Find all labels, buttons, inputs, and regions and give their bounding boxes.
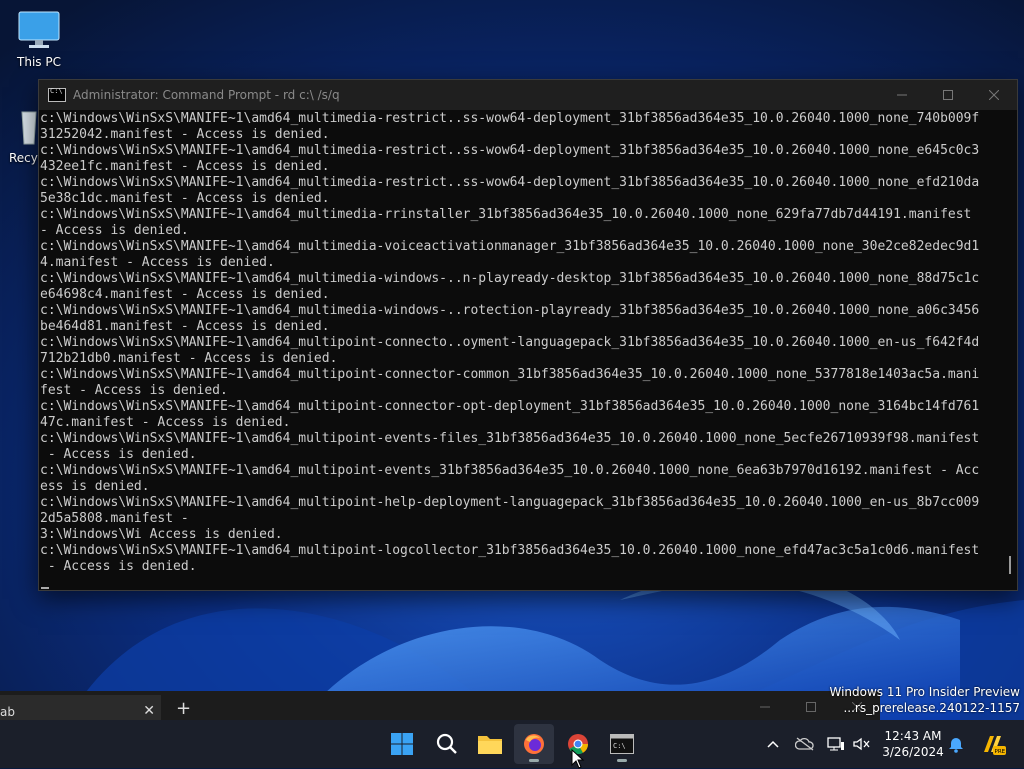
copilot-pre-icon: PRE	[984, 736, 1006, 755]
cmd-icon	[48, 87, 66, 102]
terminal-line: 31252042.manifest - Access is denied.	[40, 127, 330, 142]
mouse-cursor-icon	[571, 749, 585, 769]
terminal-line: - Access is denied.	[40, 223, 189, 238]
terminal-line: ess is denied.	[40, 479, 150, 494]
new-tab-button[interactable]: +	[176, 700, 191, 718]
maximize-icon	[806, 702, 816, 712]
close-icon	[989, 90, 999, 100]
text-cursor	[41, 587, 49, 589]
terminal-line: c:\Windows\WinSxS\MANIFE~1\amd64_multipo…	[40, 399, 980, 414]
maximize-button[interactable]	[925, 80, 971, 110]
onedrive-button[interactable]	[792, 720, 818, 768]
network-button[interactable]	[824, 720, 848, 768]
firefox-button[interactable]	[514, 724, 554, 764]
terminal-line: 2d5a5808.manifest -	[40, 511, 189, 526]
terminal-line: c:\Windows\WinSxS\MANIFE~1\amd64_multime…	[40, 143, 980, 158]
bell-icon	[949, 738, 963, 753]
terminal-line: c:\Windows\WinSxS\MANIFE~1\amd64_multime…	[40, 271, 980, 286]
desktop-icon-label: This PC	[17, 55, 61, 69]
clock-date: 3/26/2024	[882, 745, 944, 759]
svg-text:C:\: C:\	[613, 742, 626, 750]
start-button[interactable]	[382, 724, 422, 764]
notifications-button[interactable]	[944, 720, 968, 768]
minimize-button[interactable]	[879, 80, 925, 110]
terminal-line: c:\Windows\WinSxS\MANIFE~1\amd64_multipo…	[40, 495, 980, 510]
terminal-line: c:\Windows\WinSxS\MANIFE~1\amd64_multime…	[40, 303, 980, 318]
terminal-line: fest - Access is denied.	[40, 383, 228, 398]
terminal-line: 712b21db0.manifest - Access is denied.	[40, 351, 338, 366]
firefox-icon	[524, 734, 544, 754]
system-clock[interactable]: 12:43 AM 3/26/2024	[878, 728, 948, 760]
search-button[interactable]	[427, 724, 467, 764]
terminal-line: c:\Windows\WinSxS\MANIFE~1\amd64_multipo…	[40, 463, 980, 478]
desktop-icon-this-pc[interactable]: This PC	[4, 10, 74, 69]
terminal-line: c:\Windows\WinSxS\MANIFE~1\amd64_multime…	[40, 175, 980, 190]
recycle-bin-icon	[21, 111, 37, 145]
terminal-line: c:\Windows\WinSxS\MANIFE~1\amd64_multime…	[40, 239, 980, 254]
window-titlebar[interactable]: Administrator: Command Prompt - rd c:\ /…	[39, 80, 1017, 110]
terminal-line: c:\Windows\WinSxS\MANIFE~1\amd64_multipo…	[40, 335, 980, 350]
window-title: Administrator: Command Prompt - rd c:\ /…	[73, 88, 340, 102]
terminal-button[interactable]: C:\	[602, 724, 642, 764]
search-icon	[436, 733, 457, 754]
terminal-line: 3:\Windows\Wi Access is denied.	[40, 527, 283, 542]
volume-button[interactable]	[850, 720, 874, 768]
speaker-muted-icon	[853, 737, 870, 751]
terminal-line: 432ee1fc.manifest - Access is denied.	[40, 159, 330, 174]
scrollbar[interactable]	[1005, 111, 1013, 590]
terminal-line: c:\Windows\WinSxS\MANIFE~1\amd64_multipo…	[40, 431, 980, 446]
tab-close-icon[interactable]: ✕	[143, 703, 155, 719]
minimize-button[interactable]	[760, 700, 770, 716]
file-explorer-icon	[478, 736, 502, 754]
show-hidden-icons-button[interactable]	[762, 720, 784, 768]
terminal-line: - Access is denied.	[40, 559, 197, 574]
minimize-icon	[760, 706, 770, 708]
taskbar: C:\ 12:43 AM 3/26/2024 PRE	[0, 720, 1024, 769]
terminal-line: c:\Windows\WinSxS\MANIFE~1\amd64_multime…	[40, 207, 972, 222]
svg-text:PRE: PRE	[995, 749, 1006, 755]
network-icon	[827, 737, 844, 751]
terminal-line: 47c.manifest - Access is denied.	[40, 415, 291, 430]
chevron-up-icon	[767, 740, 779, 748]
terminal-line: 5e38c1dc.manifest - Access is denied.	[40, 191, 330, 206]
clock-time: 12:43 AM	[884, 729, 942, 743]
maximize-button[interactable]	[806, 700, 816, 716]
maximize-icon	[943, 90, 953, 100]
os-watermark-line1: Windows 11 Pro Insider Preview	[829, 685, 1020, 699]
monitor-icon	[18, 11, 60, 48]
cloud-off-icon	[795, 737, 814, 751]
tab-title: ab	[0, 705, 15, 719]
desktop-icon-label: Recyc	[9, 151, 45, 165]
terminal-line: 4.manifest - Access is denied.	[40, 255, 275, 270]
terminal-line: - Access is denied.	[40, 447, 197, 462]
running-indicator	[617, 759, 627, 762]
terminal-line: c:\Windows\WinSxS\MANIFE~1\amd64_multipo…	[40, 367, 980, 382]
minimize-icon	[897, 94, 907, 96]
terminal-line: c:\Windows\WinSxS\MANIFE~1\amd64_multime…	[40, 111, 980, 126]
copilot-button[interactable]: PRE	[976, 720, 1010, 768]
file-explorer-button[interactable]	[470, 724, 510, 764]
close-button[interactable]	[971, 80, 1017, 110]
desktop-icon-recycle-bin[interactable]: Recyc	[0, 106, 45, 165]
terminal-line: e64698c4.manifest - Access is denied.	[40, 287, 330, 302]
terminal-output[interactable]: c:\Windows\WinSxS\MANIFE~1\amd64_multime…	[40, 111, 1001, 590]
running-indicator	[529, 759, 539, 762]
scrollbar-thumb[interactable]	[1009, 556, 1011, 574]
os-watermark-line2: ...rs_prerelease.240122-1157	[843, 701, 1020, 715]
terminal-line: c:\Windows\WinSxS\MANIFE~1\amd64_multipo…	[40, 543, 980, 558]
terminal-icon: C:\	[610, 734, 634, 754]
command-prompt-window[interactable]: Administrator: Command Prompt - rd c:\ /…	[38, 79, 1018, 591]
terminal-line: be464d81.manifest - Access is denied.	[40, 319, 330, 334]
start-icon	[391, 733, 413, 755]
